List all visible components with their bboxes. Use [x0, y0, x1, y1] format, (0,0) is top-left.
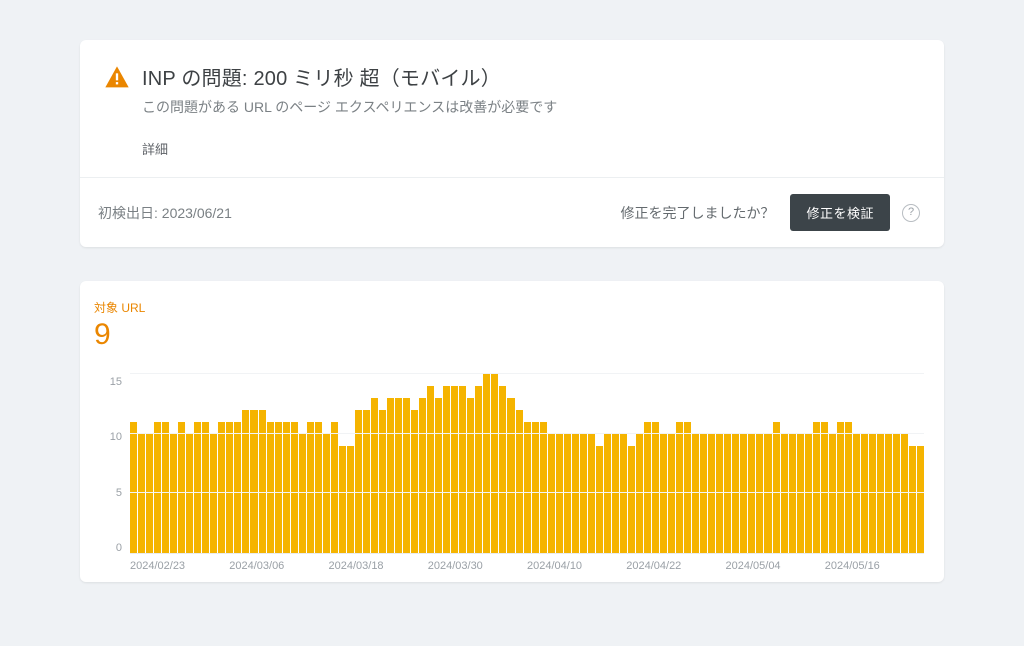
first-detected: 初検出日: 2023/06/21 [98, 203, 608, 223]
chart-bar [532, 422, 539, 553]
chart-y-tick: 5 [116, 487, 122, 499]
chart-bar [459, 386, 466, 553]
chart-bar [291, 422, 298, 553]
chart-gridline [130, 492, 924, 493]
chart-bar [652, 422, 659, 553]
chart-bar [130, 422, 137, 553]
chart-bar [475, 386, 482, 553]
chart-bar [435, 398, 442, 553]
first-detected-date: 2023/06/21 [162, 205, 232, 221]
chart-bar [202, 422, 209, 553]
chart-bar [178, 422, 185, 553]
chart-x-tick: 2024/05/16 [825, 560, 924, 572]
chart-bar [379, 410, 386, 553]
chart-bar [483, 374, 490, 553]
chart-bar [540, 422, 547, 553]
chart-bar [419, 398, 426, 553]
chart-bar [307, 422, 314, 553]
chart-x-tick: 2024/03/30 [428, 560, 527, 572]
chart-y-axis: 15 10 5 0 [94, 374, 130, 554]
chart-bar [491, 374, 498, 553]
chart-bar [676, 422, 683, 553]
chart-bar [267, 422, 274, 553]
chart-y-tick: 10 [110, 431, 122, 443]
chart-bar [411, 410, 418, 553]
chart-bar [596, 446, 603, 553]
chart-x-tick: 2024/03/18 [329, 560, 428, 572]
chart-bar [363, 410, 370, 553]
chart-bar [917, 446, 924, 553]
chart-bar [628, 446, 635, 553]
issue-main: INP の問題: 200 ミリ秒 超（モバイル） この問題がある URL のペー… [80, 40, 944, 177]
chart-bar [773, 422, 780, 553]
chart-bar [427, 386, 434, 553]
chart-bar [507, 398, 514, 553]
chart-bar [315, 422, 322, 553]
chart-bar [242, 410, 249, 553]
chart-x-tick: 2024/04/10 [527, 560, 626, 572]
chart-bar [813, 422, 820, 553]
chart-bar [194, 422, 201, 553]
chart-bar [339, 446, 346, 553]
fix-done-question: 修正を完了しましたか？ [620, 203, 774, 223]
issue-subtitle: この問題がある URL のページ エクスペリエンスは改善が必要です [142, 97, 920, 117]
chart-bar [909, 446, 916, 553]
chart-x-axis: 2024/02/232024/03/062024/03/182024/03/30… [130, 560, 924, 572]
chart-bar [226, 422, 233, 553]
chart-bar [250, 410, 257, 553]
chart-bar [154, 422, 161, 553]
chart-card: 対象 URL 9 151050 2024/02/232024/03/062024… [80, 281, 944, 582]
chart-gridline [130, 373, 924, 374]
chart-x-tick: 2024/04/22 [626, 560, 725, 572]
chart-bar [443, 386, 450, 553]
chart-bar [467, 398, 474, 553]
chart-gridline [130, 433, 924, 434]
issue-footer: 初検出日: 2023/06/21 修正を完了しましたか？ 修正を検証 ? [80, 177, 944, 247]
chart-plot [130, 374, 924, 554]
chart-y-tick: 15 [110, 376, 122, 388]
validate-fix-button[interactable]: 修正を検証 [790, 194, 890, 231]
chart-bar [837, 422, 844, 553]
chart-y-tick: 0 [116, 542, 122, 554]
chart-x-tick: 2024/02/23 [130, 560, 229, 572]
chart-bar [516, 410, 523, 553]
chart-bar [644, 422, 651, 553]
chart-bar [283, 422, 290, 553]
chart-bar [259, 410, 266, 553]
chart-bar [234, 422, 241, 553]
issue-card: INP の問題: 200 ミリ秒 超（モバイル） この問題がある URL のペー… [80, 40, 944, 247]
chart-x-tick: 2024/05/04 [726, 560, 825, 572]
chart-bar [451, 386, 458, 553]
chart-bar [331, 422, 338, 553]
chart-bar [821, 422, 828, 553]
chart-bar [403, 398, 410, 553]
chart-bar [499, 386, 506, 553]
chart-bar [524, 422, 531, 553]
warning-icon [92, 62, 142, 92]
chart-bar [395, 398, 402, 553]
chart-x-tick: 2024/03/06 [229, 560, 328, 572]
metric-value: 9 [94, 318, 924, 352]
chart-bar [684, 422, 691, 553]
chart-bar [355, 410, 362, 553]
chart-bar [162, 422, 169, 553]
chart-bar [218, 422, 225, 553]
first-detected-label: 初検出日: [98, 205, 162, 221]
details-link[interactable]: 詳細 [142, 139, 168, 158]
chart-area: 15 10 5 0 [94, 374, 924, 554]
issue-title: INP の問題: 200 ミリ秒 超（モバイル） [142, 62, 920, 91]
chart-bar [845, 422, 852, 553]
chart-bar [347, 446, 354, 553]
chart-bar [387, 398, 394, 553]
chart-bar [371, 398, 378, 553]
help-icon[interactable]: ? [902, 204, 920, 222]
metric-label: 対象 URL [94, 299, 924, 316]
chart-bar [275, 422, 282, 553]
